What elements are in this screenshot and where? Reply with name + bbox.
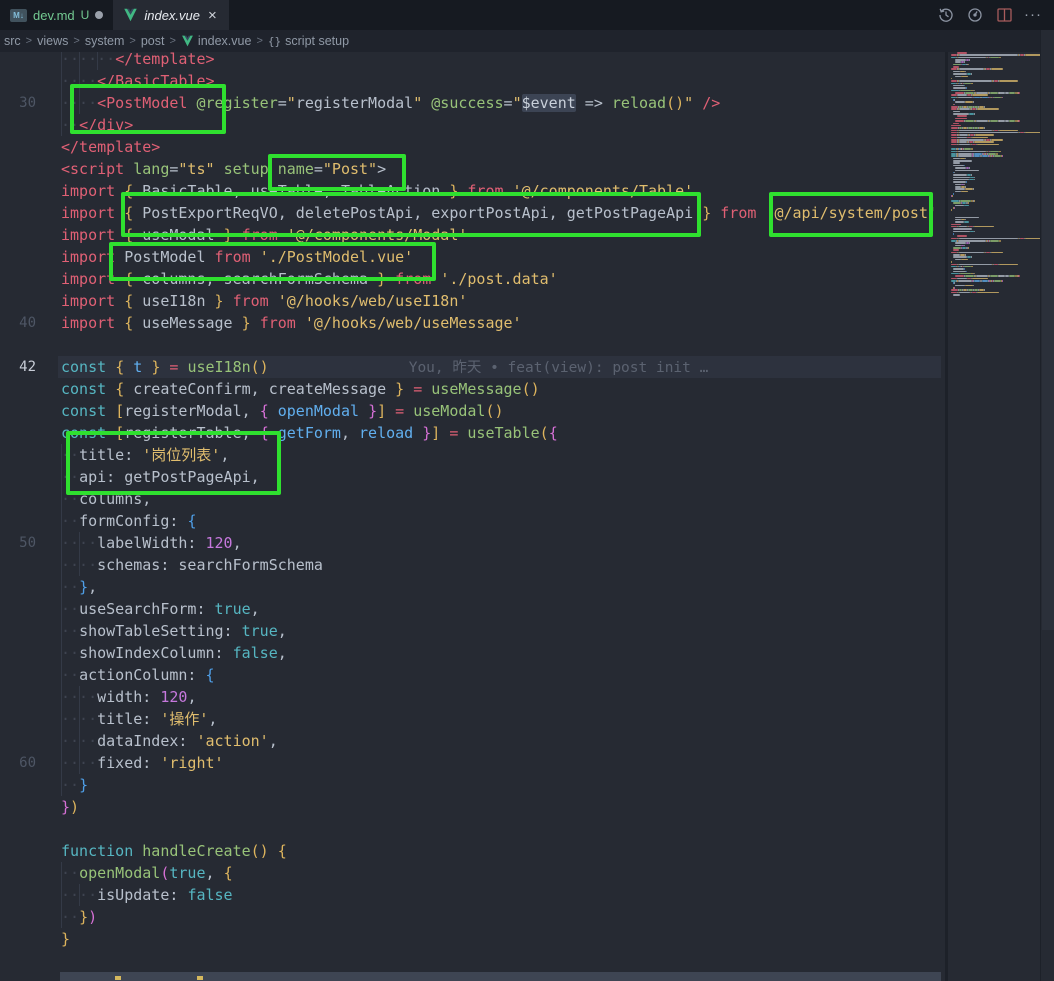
- code-line[interactable]: ··columns,: [0, 488, 941, 510]
- unsaved-dot-icon[interactable]: [95, 11, 103, 19]
- code-line[interactable]: ····dataIndex: 'action',: [0, 730, 941, 752]
- code-area[interactable]: ······</template>····</BasicTable>30····…: [0, 52, 941, 981]
- code-line[interactable]: ··openModal(true, {: [0, 862, 941, 884]
- run-icon[interactable]: [966, 6, 984, 24]
- code-line[interactable]: ··}): [0, 906, 941, 928]
- tab-dev-md[interactable]: M↓ dev.md U: [0, 0, 113, 30]
- breadcrumb-item-src[interactable]: src: [4, 34, 21, 48]
- breadcrumb-item-post[interactable]: post: [141, 34, 165, 48]
- code-line[interactable]: ····isUpdate: false: [0, 884, 941, 906]
- markdown-icon: M↓: [10, 9, 27, 22]
- code-line[interactable]: [0, 818, 941, 840]
- line-number: 40: [0, 312, 36, 334]
- code-line[interactable]: ··showIndexColumn: false,: [0, 642, 941, 664]
- breadcrumb-item-index-vue[interactable]: index.vue: [181, 34, 252, 48]
- more-actions-icon[interactable]: ···: [1024, 6, 1042, 24]
- code-line[interactable]: const [registerModal, { openModal }] = u…: [0, 400, 941, 422]
- code-line[interactable]: import { columns, searchFormSchema } fro…: [0, 268, 941, 290]
- code-line[interactable]: function handleCreate() {: [0, 840, 941, 862]
- code-line[interactable]: [0, 950, 941, 972]
- code-line[interactable]: ··showTableSetting: true,: [0, 620, 941, 642]
- vue-icon: [181, 35, 194, 47]
- scrollbar-slider[interactable]: [1042, 150, 1054, 630]
- editor-actions: ···: [937, 0, 1054, 30]
- line-number: 50: [0, 532, 36, 554]
- code-line[interactable]: <script lang="ts" setup name="Post">: [0, 158, 941, 180]
- code-line[interactable]: ····schemas: searchFormSchema: [0, 554, 941, 576]
- code-line[interactable]: ····title: '操作',: [0, 708, 941, 730]
- git-blame-annotation: You, 昨天 • feat(view): post init …: [269, 360, 709, 376]
- close-icon[interactable]: ×: [206, 7, 219, 24]
- code-line[interactable]: import PostModel from './PostModel.vue': [0, 246, 941, 268]
- code-line[interactable]: </template>: [0, 136, 941, 158]
- code-line[interactable]: 40import { useMessage } from '@/hooks/we…: [0, 312, 941, 334]
- code-line[interactable]: const [registerTable, { getForm, reload …: [0, 422, 941, 444]
- scrollbar[interactable]: [1040, 30, 1054, 981]
- chevron-right-icon: >: [255, 35, 263, 47]
- code-line[interactable]: ··api: getPostPageApi,: [0, 466, 941, 488]
- chevron-right-icon: >: [25, 35, 33, 47]
- code-line[interactable]: import { PostExportReqVO, deletePostApi,…: [0, 202, 941, 224]
- git-status-badge: U: [81, 8, 90, 22]
- code-line[interactable]: import { BasicTable, useTable, TableActi…: [0, 180, 941, 202]
- code-line[interactable]: 60····fixed: 'right': [0, 752, 941, 774]
- tab-bar: M↓ dev.md U index.vue × ···: [0, 0, 1054, 30]
- code-line[interactable]: 50····labelWidth: 120,: [0, 532, 941, 554]
- code-line[interactable]: ····</BasicTable>: [0, 70, 941, 92]
- line-number: 30: [0, 92, 36, 114]
- code-line[interactable]: 30····<PostModel @register="registerModa…: [0, 92, 941, 114]
- breadcrumb-item-views[interactable]: views: [37, 34, 68, 48]
- minimap[interactable]: [945, 52, 1043, 981]
- code-line[interactable]: ··},: [0, 576, 941, 598]
- line-number: 42: [0, 356, 36, 378]
- vue-icon: [123, 8, 138, 22]
- code-line[interactable]: [0, 334, 941, 356]
- history-icon[interactable]: [937, 6, 955, 24]
- tab-index-vue[interactable]: index.vue ×: [113, 0, 228, 30]
- breadcrumb-item-script-setup[interactable]: {}script setup: [268, 34, 349, 48]
- code-line[interactable]: import { useI18n } from '@/hooks/web/use…: [0, 290, 941, 312]
- code-line[interactable]: }): [0, 796, 941, 818]
- code-line[interactable]: ··actionColumn: {: [0, 664, 941, 686]
- code-line[interactable]: ····width: 120,: [0, 686, 941, 708]
- code-line[interactable]: const { createConfirm, createMessage } =…: [0, 378, 941, 400]
- chevron-right-icon: >: [128, 35, 136, 47]
- code-line[interactable]: 42const { t } = useI18n()You, 昨天 • feat(…: [0, 356, 941, 378]
- chevron-right-icon: >: [168, 35, 176, 47]
- symbol-braces-icon: {}: [268, 35, 281, 48]
- chevron-right-icon: >: [72, 35, 80, 47]
- code-line[interactable]: ··}: [0, 774, 941, 796]
- code-line[interactable]: import { useModal } from '@/components/M…: [0, 224, 941, 246]
- code-line[interactable]: [0, 972, 941, 981]
- line-number: 60: [0, 752, 36, 774]
- tab-label: index.vue: [144, 8, 200, 23]
- breadcrumb: src>views>system>post>index.vue>{}script…: [0, 30, 1054, 52]
- code-line[interactable]: ··</div>: [0, 114, 941, 136]
- code-line[interactable]: ··title: '岗位列表',: [0, 444, 941, 466]
- tabbar-empty-space: [229, 0, 937, 30]
- split-editor-icon[interactable]: [995, 6, 1013, 24]
- breadcrumb-item-system[interactable]: system: [85, 34, 125, 48]
- code-line[interactable]: ······</template>: [0, 52, 941, 70]
- tab-label: dev.md: [33, 8, 75, 23]
- code-line[interactable]: }: [0, 928, 941, 950]
- code-line[interactable]: ··formConfig: {: [0, 510, 941, 532]
- code-line[interactable]: ··useSearchForm: true,: [0, 598, 941, 620]
